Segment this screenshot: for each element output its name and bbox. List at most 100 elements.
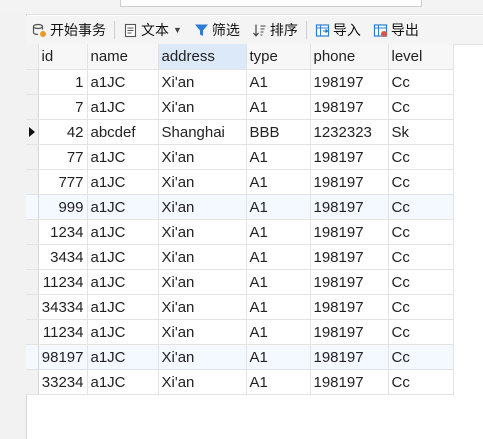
cell-type[interactable]: A1 xyxy=(246,319,311,345)
begin-transaction-button[interactable]: 开始事务 xyxy=(26,17,112,43)
cell-id[interactable]: 42 xyxy=(38,119,88,145)
cell-level[interactable]: Cc xyxy=(388,344,454,370)
row-marker[interactable] xyxy=(26,369,39,395)
cell-type[interactable]: A1 xyxy=(246,269,311,295)
table-row[interactable]: 34334 a1JC Xi'an A1 198197 Cc xyxy=(26,294,454,320)
table-row[interactable]: 42 abcdef Shanghai BBB 1232323 Sk xyxy=(26,119,454,145)
cell-type[interactable]: A1 xyxy=(246,369,311,395)
row-marker[interactable] xyxy=(26,194,39,220)
row-marker[interactable] xyxy=(26,319,39,345)
cell-name[interactable]: a1JC xyxy=(87,169,159,195)
table-row[interactable]: 999 a1JC Xi'an A1 198197 Cc xyxy=(26,194,454,220)
cell-phone[interactable]: 198197 xyxy=(310,94,389,120)
cell-level[interactable]: Cc xyxy=(388,69,454,95)
row-marker[interactable] xyxy=(26,294,39,320)
cell-address[interactable]: Xi'an xyxy=(158,219,247,245)
cell-name[interactable]: a1JC xyxy=(87,144,159,170)
table-row[interactable]: 11234 a1JC Xi'an A1 198197 Cc xyxy=(26,269,454,295)
cell-level[interactable]: Cc xyxy=(388,294,454,320)
table-row[interactable]: 1234 a1JC Xi'an A1 198197 Cc xyxy=(26,219,454,245)
cell-address[interactable]: Xi'an xyxy=(158,94,247,120)
cell-name[interactable]: a1JC xyxy=(87,294,159,320)
cell-address[interactable]: Xi'an xyxy=(158,244,247,270)
cell-phone[interactable]: 198197 xyxy=(310,69,389,95)
cell-level[interactable]: Sk xyxy=(388,119,454,145)
row-marker[interactable] xyxy=(26,344,39,370)
cell-level[interactable]: Cc xyxy=(388,94,454,120)
column-header-level[interactable]: level xyxy=(388,44,454,70)
cell-address[interactable]: Xi'an xyxy=(158,294,247,320)
cell-phone[interactable]: 198197 xyxy=(310,169,389,195)
cell-phone[interactable]: 198197 xyxy=(310,294,389,320)
cell-phone[interactable]: 198197 xyxy=(310,319,389,345)
cell-address[interactable]: Xi'an xyxy=(158,194,247,220)
cell-id[interactable]: 7 xyxy=(38,94,88,120)
cell-level[interactable]: Cc xyxy=(388,194,454,220)
table-row[interactable]: 33234 a1JC Xi'an A1 198197 Cc xyxy=(26,369,454,395)
cell-id[interactable]: 77 xyxy=(38,144,88,170)
cell-name[interactable]: a1JC xyxy=(87,194,159,220)
row-marker[interactable] xyxy=(26,144,39,170)
cell-phone[interactable]: 198197 xyxy=(310,344,389,370)
cell-level[interactable]: Cc xyxy=(388,319,454,345)
table-row[interactable]: 777 a1JC Xi'an A1 198197 Cc xyxy=(26,169,454,195)
cell-phone[interactable]: 198197 xyxy=(310,144,389,170)
table-row[interactable]: 7 a1JC Xi'an A1 198197 Cc xyxy=(26,94,454,120)
cell-name[interactable]: a1JC xyxy=(87,219,159,245)
cell-id[interactable]: 1 xyxy=(38,69,88,95)
cell-type[interactable]: A1 xyxy=(246,69,311,95)
cell-level[interactable]: Cc xyxy=(388,144,454,170)
cell-type[interactable]: BBB xyxy=(246,119,311,145)
cell-id[interactable]: 33234 xyxy=(38,369,88,395)
column-header-name[interactable]: name xyxy=(87,44,159,70)
cell-type[interactable]: A1 xyxy=(246,344,311,370)
cell-name[interactable]: abcdef xyxy=(87,119,159,145)
cell-type[interactable]: A1 xyxy=(246,169,311,195)
cell-address[interactable]: Xi'an xyxy=(158,69,247,95)
cell-type[interactable]: A1 xyxy=(246,294,311,320)
row-marker[interactable] xyxy=(26,219,39,245)
cell-level[interactable]: Cc xyxy=(388,219,454,245)
cell-name[interactable]: a1JC xyxy=(87,244,159,270)
cell-id[interactable]: 34334 xyxy=(38,294,88,320)
column-header-phone[interactable]: phone xyxy=(310,44,389,70)
cell-phone[interactable]: 198197 xyxy=(310,244,389,270)
cell-type[interactable]: A1 xyxy=(246,194,311,220)
cell-id[interactable]: 777 xyxy=(38,169,88,195)
cell-address[interactable]: Shanghai xyxy=(158,119,247,145)
cell-level[interactable]: Cc xyxy=(388,244,454,270)
cell-phone[interactable]: 198197 xyxy=(310,219,389,245)
cell-level[interactable]: Cc xyxy=(388,369,454,395)
cell-phone[interactable]: 198197 xyxy=(310,369,389,395)
column-header-address[interactable]: address xyxy=(158,44,247,70)
cell-address[interactable]: Xi'an xyxy=(158,344,247,370)
cell-id[interactable]: 11234 xyxy=(38,269,88,295)
row-marker[interactable] xyxy=(26,119,39,145)
cell-phone[interactable]: 198197 xyxy=(310,194,389,220)
export-button[interactable]: 导出 xyxy=(367,17,425,43)
cell-type[interactable]: A1 xyxy=(246,219,311,245)
table-row[interactable]: 77 a1JC Xi'an A1 198197 Cc xyxy=(26,144,454,170)
table-row[interactable]: 11234 a1JC Xi'an A1 198197 Cc xyxy=(26,319,454,345)
import-button[interactable]: 导入 xyxy=(309,17,367,43)
cell-address[interactable]: Xi'an xyxy=(158,369,247,395)
cell-id[interactable]: 999 xyxy=(38,194,88,220)
table-row[interactable]: 1 a1JC Xi'an A1 198197 Cc xyxy=(26,69,454,95)
cell-name[interactable]: a1JC xyxy=(87,269,159,295)
row-marker[interactable] xyxy=(26,69,39,95)
cell-address[interactable]: Xi'an xyxy=(158,319,247,345)
cell-name[interactable]: a1JC xyxy=(87,319,159,345)
column-header-type[interactable]: type xyxy=(246,44,311,70)
row-marker[interactable] xyxy=(26,244,39,270)
cell-level[interactable]: Cc xyxy=(388,269,454,295)
cell-phone[interactable]: 198197 xyxy=(310,269,389,295)
cell-id[interactable]: 11234 xyxy=(38,319,88,345)
cell-address[interactable]: Xi'an xyxy=(158,169,247,195)
cell-name[interactable]: a1JC xyxy=(87,344,159,370)
cell-id[interactable]: 98197 xyxy=(38,344,88,370)
cell-type[interactable]: A1 xyxy=(246,144,311,170)
cell-address[interactable]: Xi'an xyxy=(158,144,247,170)
cell-id[interactable]: 3434 xyxy=(38,244,88,270)
row-marker[interactable] xyxy=(26,94,39,120)
sort-button[interactable]: 排序 xyxy=(246,17,304,43)
